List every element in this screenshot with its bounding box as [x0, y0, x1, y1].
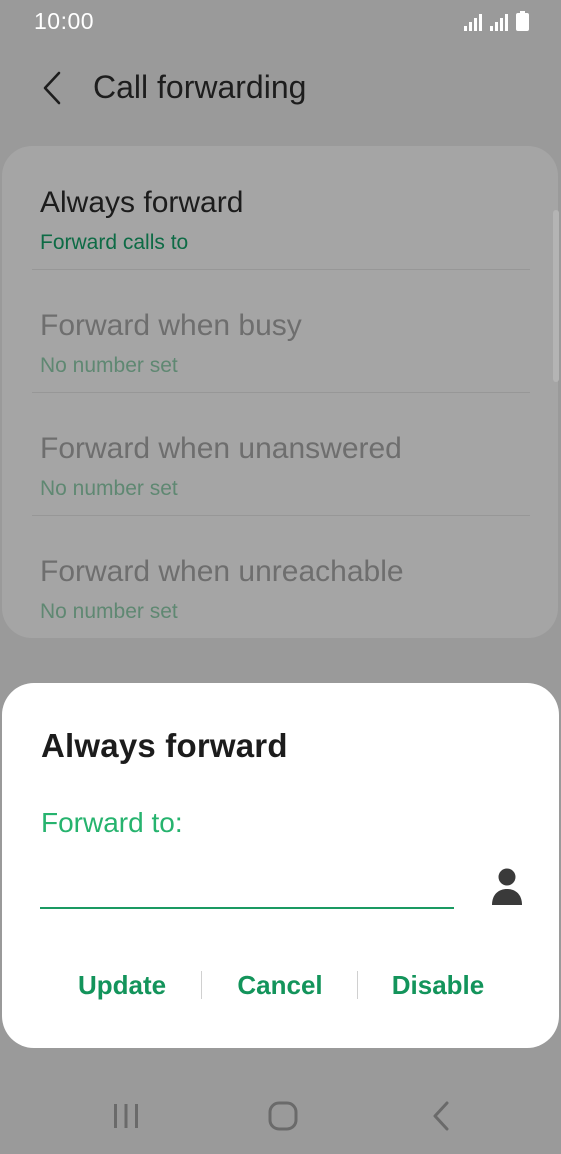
- setting-subtitle: No number set: [40, 600, 178, 623]
- always-forward-dialog: Always forward Forward to: Update Cancel…: [2, 683, 559, 1048]
- dialog-actions: Update Cancel Disable: [2, 955, 559, 1015]
- signal-icon: [490, 14, 508, 31]
- status-time: 10:00: [34, 8, 95, 34]
- home-button[interactable]: [253, 1094, 313, 1138]
- nav-back-button[interactable]: [411, 1094, 471, 1138]
- status-bar: 10:00: [0, 0, 561, 42]
- chevron-left-icon: [43, 71, 61, 105]
- scrollbar-thumb[interactable]: [553, 210, 559, 382]
- home-icon: [268, 1101, 298, 1131]
- setting-forward-when-busy[interactable]: Forward when busy No number set: [40, 281, 530, 404]
- back-icon: [433, 1101, 449, 1131]
- battery-icon: [516, 11, 529, 31]
- person-icon: [492, 868, 522, 905]
- setting-subtitle: No number set: [40, 354, 178, 377]
- divider: [32, 269, 530, 270]
- dialog-title: Always forward: [41, 727, 288, 764]
- contact-picker-button[interactable]: [490, 867, 524, 907]
- recents-icon: [114, 1104, 138, 1128]
- forward-number-input[interactable]: [40, 861, 454, 909]
- status-icons: [464, 9, 529, 31]
- signal-icon: [464, 14, 482, 31]
- disable-button[interactable]: Disable: [359, 955, 517, 1015]
- setting-subtitle: Forward calls to: [40, 231, 189, 254]
- recents-button[interactable]: [96, 1094, 156, 1138]
- navigation-bar: [0, 1076, 561, 1154]
- setting-title: Forward when unanswered: [40, 432, 402, 465]
- divider: [32, 515, 530, 516]
- setting-forward-when-unreachable[interactable]: Forward when unreachable No number set: [40, 527, 530, 650]
- setting-title: Forward when unreachable: [40, 555, 404, 588]
- setting-always-forward[interactable]: Always forward Forward calls to: [40, 158, 530, 281]
- app-bar: Call forwarding: [0, 52, 561, 124]
- setting-subtitle: No number set: [40, 477, 178, 500]
- page-title: Call forwarding: [93, 69, 307, 105]
- setting-title: Always forward: [40, 186, 244, 219]
- settings-card: Always forward Forward calls to Forward …: [2, 146, 558, 638]
- divider: [32, 392, 530, 393]
- forward-to-label: Forward to:: [41, 807, 183, 838]
- cancel-button[interactable]: Cancel: [201, 955, 359, 1015]
- back-button[interactable]: [30, 66, 74, 110]
- setting-forward-when-unanswered[interactable]: Forward when unanswered No number set: [40, 404, 530, 527]
- action-separator: [357, 971, 358, 999]
- setting-title: Forward when busy: [40, 309, 302, 342]
- update-button[interactable]: Update: [43, 955, 201, 1015]
